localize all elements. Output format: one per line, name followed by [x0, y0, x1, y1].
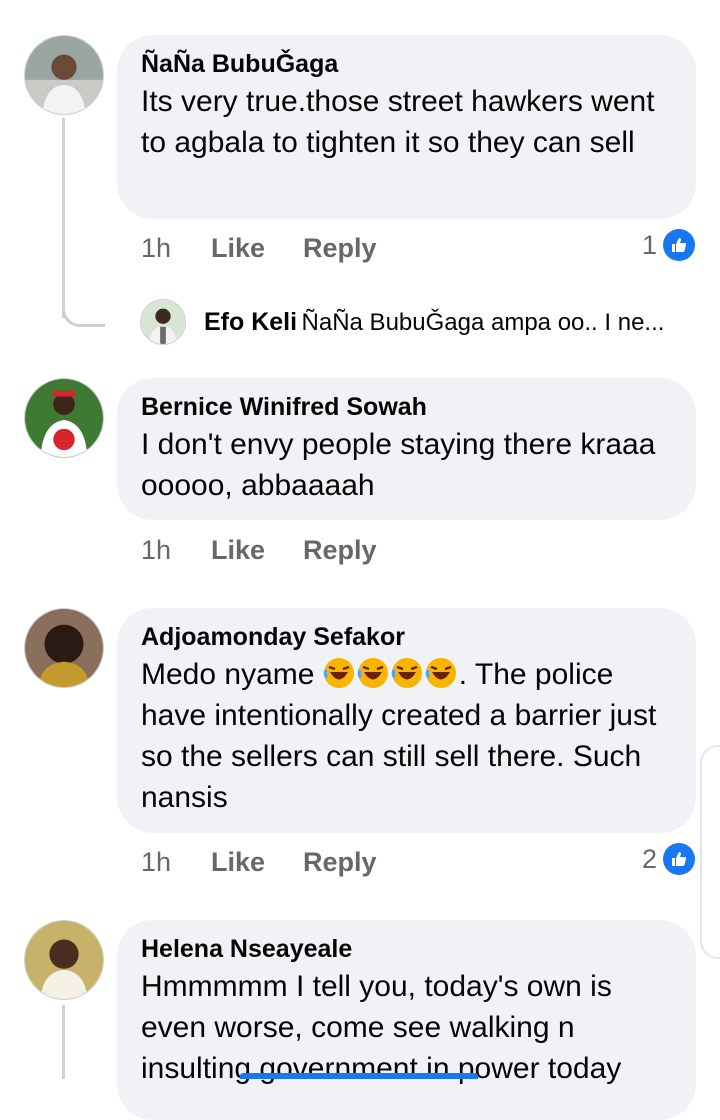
- side-panel-edge[interactable]: [700, 745, 720, 959]
- comment-time[interactable]: 1h: [141, 233, 211, 264]
- comment-author[interactable]: Helena Nseayeale: [141, 934, 672, 964]
- comment-bubble[interactable]: ÑaÑa BubuǦaga Its very true.those street…: [117, 35, 696, 219]
- thread-line: [62, 118, 65, 318]
- avatar-nana-bubugaga[interactable]: [24, 35, 104, 115]
- thumbs-up-icon: [663, 229, 695, 261]
- reaction-count-value: 2: [641, 843, 657, 874]
- avatar-efo-keli[interactable]: [140, 299, 186, 345]
- reply-button[interactable]: Reply: [303, 233, 377, 264]
- reply-preview[interactable]: Efo Keli ÑaÑa BubuǦaga ampa oo.. I ne...: [204, 308, 664, 337]
- comment-bubble[interactable]: Bernice Winifred Sowah I don't envy peop…: [117, 378, 696, 520]
- reaction-count[interactable]: 2: [642, 843, 695, 875]
- comment-author[interactable]: Adjoamonday Sefakor: [141, 622, 672, 652]
- bottom-overlay-bar[interactable]: [240, 1073, 478, 1079]
- comment-author[interactable]: ÑaÑa BubuǦaga: [141, 49, 672, 79]
- comment-actions: 1h Like Reply: [141, 231, 377, 265]
- comment-text-start: Medo nyame: [141, 658, 323, 691]
- reaction-count-value: 1: [641, 229, 657, 260]
- avatar-adjoamonday-sefakor[interactable]: [24, 608, 104, 688]
- avatar-bernice-winifred-sowah[interactable]: [24, 378, 104, 458]
- comment-actions: 1h Like Reply: [141, 533, 377, 567]
- avatar-helena-nseayeale[interactable]: [24, 920, 104, 1000]
- reply-button[interactable]: Reply: [303, 535, 377, 566]
- comment-text: Hmmmmm I tell you, today's own is even w…: [141, 970, 622, 1085]
- comment-time[interactable]: 1h: [141, 847, 211, 878]
- like-button[interactable]: Like: [211, 535, 303, 566]
- reply-author[interactable]: Efo Keli: [204, 308, 297, 336]
- reply-button[interactable]: Reply: [303, 847, 377, 878]
- comment-time[interactable]: 1h: [141, 535, 211, 566]
- comment-text: Its very true.those street hawkers went …: [141, 85, 655, 159]
- rofl-emoji: [323, 658, 459, 691]
- comment-text: I don't envy people staying there kraaa …: [141, 428, 656, 502]
- comment-actions: 1h Like Reply: [141, 845, 377, 879]
- thumbs-up-icon: [663, 843, 695, 875]
- thread-line: [62, 1005, 65, 1079]
- reaction-count[interactable]: 1: [642, 229, 695, 261]
- comment-text: Medo nyame . The police have intentional…: [141, 654, 672, 818]
- reply-text: ÑaÑa BubuǦaga ampa oo.. I ne...: [301, 309, 665, 336]
- like-button[interactable]: Like: [211, 847, 303, 878]
- like-button[interactable]: Like: [211, 233, 303, 264]
- comment-bubble[interactable]: Helena Nseayeale Hmmmmm I tell you, toda…: [117, 920, 696, 1120]
- comment-bubble[interactable]: Adjoamonday Sefakor Medo nyame . The pol…: [117, 608, 696, 833]
- comment-author[interactable]: Bernice Winifred Sowah: [141, 392, 672, 422]
- thread-curve: [62, 300, 105, 327]
